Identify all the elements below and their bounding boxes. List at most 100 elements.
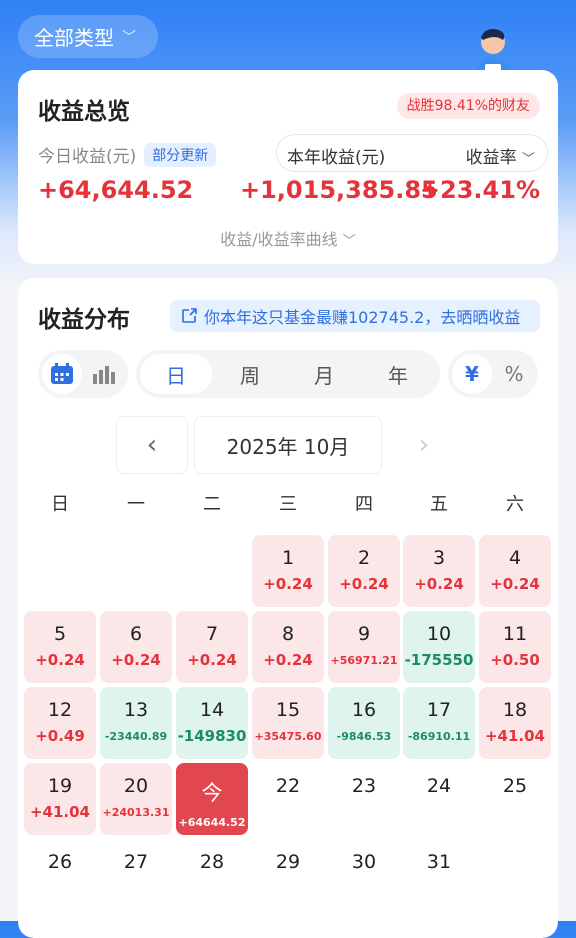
calendar-day[interactable]: 27 xyxy=(100,839,172,911)
day-profit: -9846.53 xyxy=(336,730,392,743)
day-profit: +0.24 xyxy=(35,651,85,669)
year-value: +1,015,385.85 xyxy=(240,176,438,204)
calendar-day[interactable]: 20 +24013.31 xyxy=(100,763,172,835)
day-profit: -149830 xyxy=(177,727,247,745)
partial-update-badge[interactable]: 部分更新 xyxy=(144,142,217,167)
day-number: 13 xyxy=(123,699,149,721)
calendar-day[interactable]: 15 +35475.60 xyxy=(252,687,324,759)
day-number: 14 xyxy=(199,699,225,721)
calendar-day[interactable]: 24 xyxy=(403,763,475,835)
calendar-day[interactable]: 17 -86910.11 xyxy=(403,687,475,759)
year-label[interactable]: 本年收益(元) xyxy=(287,143,385,168)
day-profit: -175550 xyxy=(404,651,474,669)
overview-card: 收益总览 战胜98.41%的财友 今日收益(元) 部分更新 本年收益(元) 收益… xyxy=(18,70,558,264)
day-profit: -23440.89 xyxy=(104,730,168,743)
today-label: 今日收益(元) xyxy=(38,147,137,167)
distribution-title: 收益分布 xyxy=(38,307,130,333)
day-number: 23 xyxy=(351,775,377,797)
day-number: 2 xyxy=(357,547,371,569)
rate-value: +23.41% xyxy=(419,176,540,204)
calendar-day[interactable]: 3 +0.24 xyxy=(403,535,475,607)
calendar-day[interactable]: 16 -9846.53 xyxy=(328,687,400,759)
calendar-day[interactable]: 30 xyxy=(328,839,400,911)
day-number: 31 xyxy=(426,851,452,873)
day-number: 26 xyxy=(47,851,73,873)
day-number: 8 xyxy=(281,623,295,645)
day-profit: +0.24 xyxy=(490,575,540,593)
distribution-card: 收益分布 你本年这只基金最赚102745.2，去晒晒收益 日 周 月 年 ¥ %… xyxy=(18,278,558,938)
curve-link[interactable]: 收益/收益率曲线 ﹀ xyxy=(18,226,558,250)
calendar-day[interactable]: 19 +41.04 xyxy=(24,763,96,835)
day-profit: +0.24 xyxy=(263,575,313,593)
chevron-down-icon: ﹀ xyxy=(521,152,535,167)
day-profit: +24013.31 xyxy=(102,806,170,819)
calendar-day[interactable]: 5 +0.24 xyxy=(24,611,96,683)
calendar-day[interactable]: 28 xyxy=(176,839,248,911)
calendar-day[interactable]: 31 xyxy=(403,839,475,911)
tab-year[interactable]: 年 xyxy=(362,354,434,394)
yuan-unit-button[interactable]: ¥ xyxy=(452,354,492,394)
day-number: 17 xyxy=(426,699,452,721)
calendar-day[interactable]: 11 +0.50 xyxy=(479,611,551,683)
day-number: 7 xyxy=(205,623,219,645)
day-profit: +41.04 xyxy=(29,803,90,821)
day-profit: +35475.60 xyxy=(254,730,322,743)
share-banner[interactable]: 你本年这只基金最赚102745.2，去晒晒收益 xyxy=(170,300,540,332)
prev-month-button[interactable]: ‹ xyxy=(116,416,188,474)
calendar-day[interactable]: 25 xyxy=(479,763,551,835)
day-profit: +0.24 xyxy=(339,575,389,593)
today-label-row: 今日收益(元) 部分更新 xyxy=(38,142,217,167)
day-number: 27 xyxy=(123,851,149,873)
calendar-day[interactable]: 22 xyxy=(252,763,324,835)
calendar-day[interactable]: 1 +0.24 xyxy=(252,535,324,607)
type-filter-button[interactable]: 全部类型 ﹀ xyxy=(18,15,158,58)
day-number: 今 xyxy=(201,781,223,805)
period-tabs: 日 周 月 年 xyxy=(136,350,440,398)
rate-dropdown[interactable]: 收益率 ﹀ xyxy=(466,143,535,168)
chevron-right-icon: › xyxy=(418,430,430,460)
day-number: 24 xyxy=(426,775,452,797)
type-filter-label: 全部类型 xyxy=(34,26,114,50)
calendar-icon xyxy=(51,363,73,384)
calendar-day[interactable]: 10 -175550 xyxy=(403,611,475,683)
tab-month[interactable]: 月 xyxy=(288,354,360,394)
year-rate-selector[interactable]: 本年收益(元) 收益率 ﹀ xyxy=(276,134,548,172)
tab-day[interactable]: 日 xyxy=(140,354,212,394)
rank-badge[interactable]: 战胜98.41%的财友 xyxy=(396,93,540,119)
next-month-button[interactable]: › xyxy=(388,416,460,474)
calendar-day[interactable]: 12 +0.49 xyxy=(24,687,96,759)
calendar-day[interactable]: 2 +0.24 xyxy=(328,535,400,607)
day-number: 3 xyxy=(432,547,446,569)
day-number: 19 xyxy=(47,775,73,797)
calendar-day[interactable]: 23 xyxy=(328,763,400,835)
calendar-day[interactable]: 9 +56971.21 xyxy=(328,611,400,683)
day-number: 1 xyxy=(281,547,295,569)
chevron-left-icon: ‹ xyxy=(146,430,158,460)
day-number: 29 xyxy=(275,851,301,873)
month-label[interactable]: 2025年 10月 xyxy=(194,416,382,474)
calendar-view-button[interactable] xyxy=(42,354,82,394)
calendar-day[interactable]: 14 -149830 xyxy=(176,687,248,759)
calendar-day[interactable]: 26 xyxy=(24,839,96,911)
day-profit: +0.24 xyxy=(263,651,313,669)
calendar-day[interactable]: 13 -23440.89 xyxy=(100,687,172,759)
today-value: +64,644.52 xyxy=(38,176,194,204)
chart-view-button[interactable] xyxy=(84,354,124,394)
percent-unit-button[interactable]: % xyxy=(494,354,534,394)
day-profit: +64644.52 xyxy=(178,816,246,829)
day-number: 12 xyxy=(47,699,73,721)
day-number: 22 xyxy=(275,775,301,797)
day-number: 16 xyxy=(351,699,377,721)
calendar-day[interactable]: 8 +0.24 xyxy=(252,611,324,683)
weekday-label: 六 xyxy=(506,494,524,515)
tab-week[interactable]: 周 xyxy=(214,354,286,394)
day-number: 28 xyxy=(199,851,225,873)
weekday-label: 三 xyxy=(279,494,297,515)
calendar-day-today[interactable]: 今 +64644.52 xyxy=(176,763,248,835)
calendar-day[interactable]: 4 +0.24 xyxy=(479,535,551,607)
calendar-day[interactable]: 29 xyxy=(252,839,324,911)
calendar-day[interactable]: 6 +0.24 xyxy=(100,611,172,683)
calendar-day[interactable]: 7 +0.24 xyxy=(176,611,248,683)
day-number: 5 xyxy=(53,623,67,645)
calendar-day[interactable]: 18 +41.04 xyxy=(479,687,551,759)
